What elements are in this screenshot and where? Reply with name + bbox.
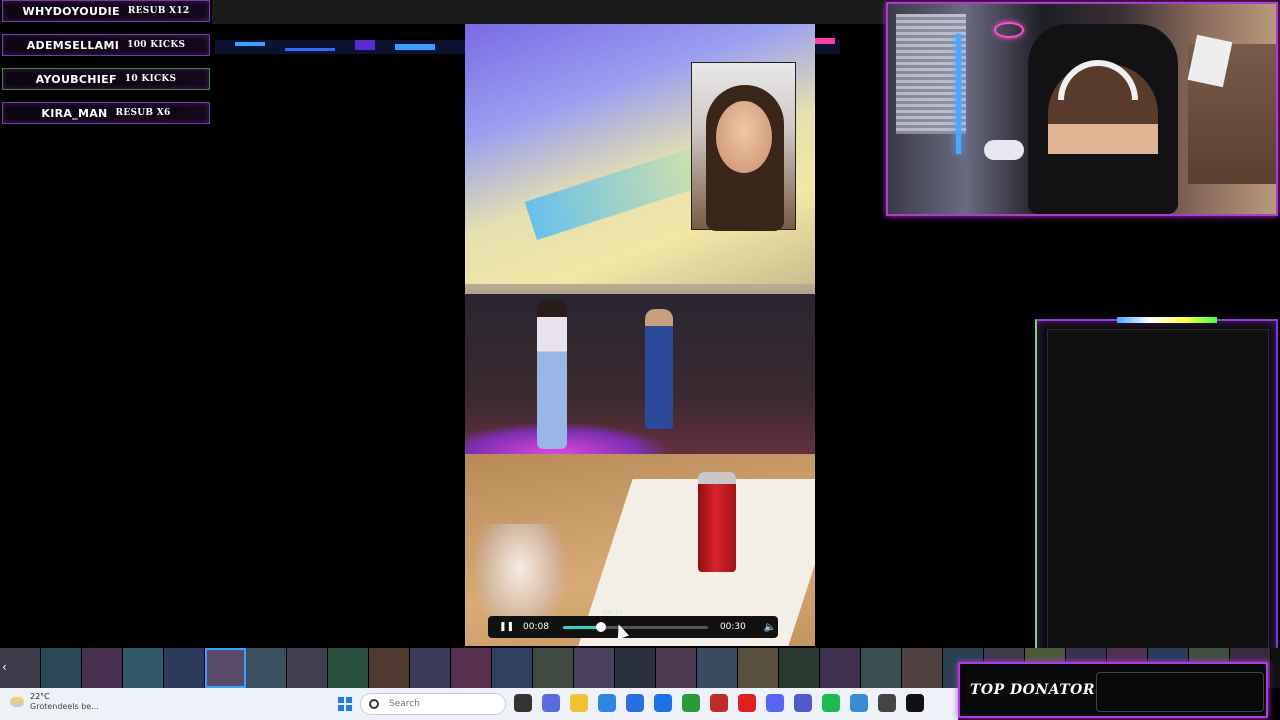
top-donator-label: TOP DONATOR [970,682,1095,698]
hover-time-tooltip: 00:11 [603,608,624,616]
xbox-icon[interactable] [682,694,700,712]
thumbnail[interactable] [820,648,861,688]
current-time: 00:08 [523,622,549,632]
thumbnail[interactable] [328,648,369,688]
thumbnail[interactable] [123,648,164,688]
thumbnail[interactable] [287,648,328,688]
thumbnail[interactable] [574,648,615,688]
thumbnail[interactable] [738,648,779,688]
top-donator-panel: TOP DONATOR [958,662,1268,718]
thumbnail[interactable] [451,648,492,688]
thumbnail[interactable] [369,648,410,688]
seek-progress [562,625,601,629]
seek-bar[interactable] [562,621,708,632]
video-player[interactable] [465,24,815,646]
video-controls: ❚❚ 00:08 00:30 🔈 [488,616,778,638]
photos-icon[interactable] [850,694,868,712]
copilot-icon[interactable] [542,694,560,712]
weather-desc: Grotendeels be... [30,702,99,711]
webcam-feed [886,2,1278,216]
duration: 00:30 [719,622,746,632]
thumbnail[interactable] [656,648,697,688]
taskbar-search[interactable] [360,693,506,715]
taskbar-apps [514,694,924,712]
thumbnail[interactable] [615,648,656,688]
search-icon [369,699,379,709]
thumbnail[interactable] [779,648,820,688]
windows-start-icon[interactable] [338,697,352,711]
alert-item: KIRA_MAN RESUB X6 [2,102,210,124]
man-figure [645,309,673,429]
thumbnail[interactable] [861,648,902,688]
weather-widget[interactable]: 22°C Grotendeels be... [10,692,99,712]
alert-username: KIRA_MAN [41,106,108,120]
thumbnail[interactable] [41,648,82,688]
thumbnail[interactable] [902,648,943,688]
thumbnail[interactable] [82,648,123,688]
overlay-frame [1035,317,1278,657]
volume-icon[interactable]: 🔈 [764,622,776,633]
weather-temp: 22°C [30,692,50,701]
frame-content [1047,329,1269,649]
notes-icon[interactable] [878,694,896,712]
soda-can [698,472,736,572]
alert-item: AYOUBCHIEF 10 KICKS [2,68,210,90]
seek-handle[interactable] [595,621,606,632]
chevron-left-icon[interactable]: ‹ [2,660,7,674]
thumbnail[interactable] [164,648,205,688]
thumbnail[interactable] [205,648,246,688]
picture-in-picture [691,62,796,231]
alert-action: 10 KICKS [124,74,177,84]
weather-icon [10,697,24,707]
teams-icon[interactable] [794,694,812,712]
microphone-icon [984,140,1024,160]
thumbnail[interactable] [697,648,738,688]
opera-icon[interactable] [738,694,756,712]
thumbnail[interactable] [533,648,574,688]
neon-light [956,34,961,154]
store-icon[interactable] [626,694,644,712]
thumbnail[interactable] [246,648,287,688]
neon-lips-icon [994,22,1024,38]
thumbnail[interactable] [492,648,533,688]
task-view-icon[interactable] [514,694,532,712]
file-explorer-icon[interactable] [570,694,588,712]
alert-username: WHYDOYOUDIE [22,4,120,18]
search-input[interactable] [389,699,499,709]
alert-action: 100 KICKS [127,40,186,50]
capcut-icon[interactable] [906,694,924,712]
alert-action: RESUB X6 [115,108,171,118]
alert-item: WHYDOYOUDIE RESUB X12 [2,0,210,22]
outlook-icon[interactable] [654,694,672,712]
alert-action: RESUB X12 [127,6,190,16]
top-donator-box [1096,672,1264,712]
alert-username: AYOUBCHIEF [35,72,117,86]
pause-icon[interactable]: ❚❚ [499,622,514,632]
pip-face [716,101,772,173]
top-bar [212,0,886,24]
thumbnail[interactable] [410,648,451,688]
dancer-figure [537,299,567,449]
discord-icon[interactable] [766,694,784,712]
alert-username: ADEMSELLAMI [26,38,120,52]
frame-glow [1117,317,1217,323]
edge-icon[interactable] [598,694,616,712]
alert-item: ADEMSELLAMI 100 KICKS [2,34,210,56]
spotify-icon[interactable] [822,694,840,712]
app-icon[interactable] [710,694,728,712]
taskbar: 22°C Grotendeels be... [0,688,958,720]
